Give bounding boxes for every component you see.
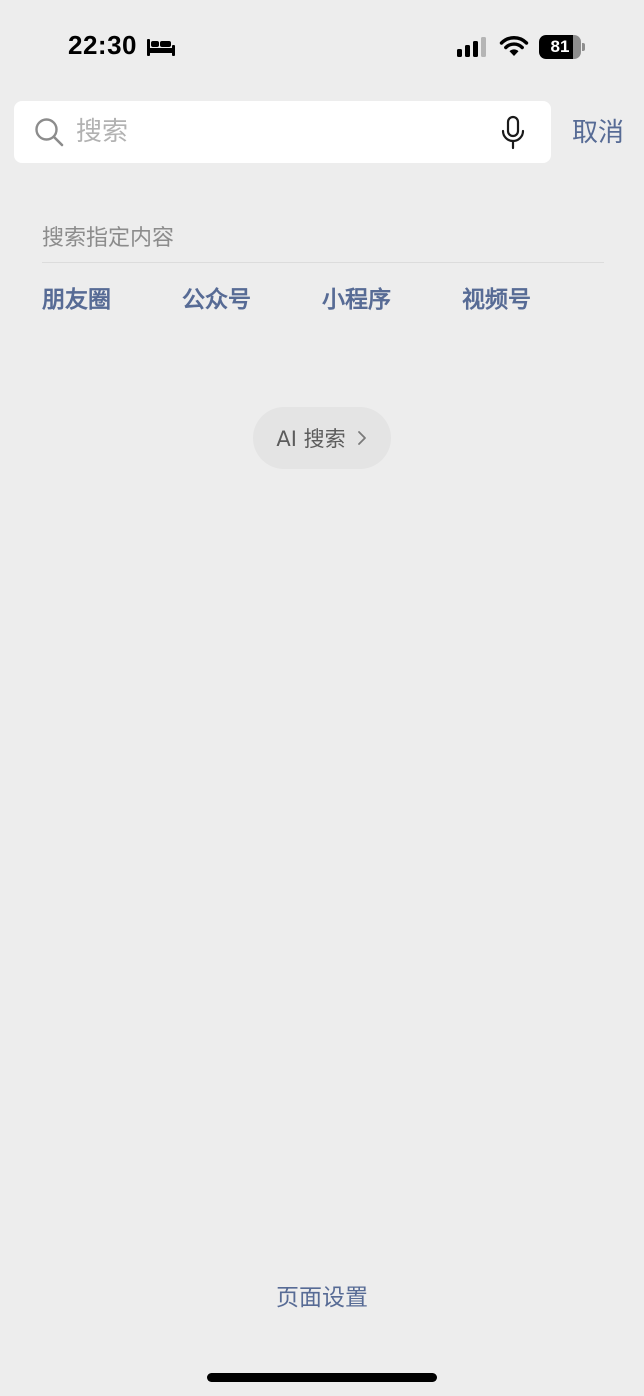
- section-title: 搜索指定内容: [42, 226, 175, 251]
- category-channels[interactable]: 视频号: [462, 283, 531, 317]
- search-input[interactable]: [76, 111, 486, 153]
- cancel-button[interactable]: 取消: [572, 115, 624, 151]
- microphone-icon[interactable]: [500, 115, 526, 151]
- divider: [42, 262, 604, 263]
- search-box[interactable]: [14, 101, 551, 163]
- status-time: 22:30: [68, 30, 137, 60]
- wifi-icon: [499, 36, 529, 56]
- battery-body: 81: [539, 35, 581, 59]
- battery-level: 81: [550, 37, 570, 56]
- category-official-accounts[interactable]: 公众号: [182, 283, 251, 317]
- battery-icon: 81: [539, 35, 585, 59]
- status-bar: 22:30 81: [0, 0, 644, 96]
- chevron-right-icon: [357, 431, 366, 445]
- ai-search-button[interactable]: AI 搜索: [253, 407, 391, 469]
- search-icon: [35, 118, 64, 147]
- sleep-icon: [147, 39, 175, 56]
- category-moments[interactable]: 朋友圈: [42, 283, 111, 317]
- page-settings-link[interactable]: 页面设置: [0, 1278, 644, 1312]
- cellular-signal-icon: [457, 37, 486, 57]
- home-indicator: [207, 1373, 437, 1382]
- category-mini-programs[interactable]: 小程序: [322, 283, 391, 317]
- ai-search-label: AI 搜索: [276, 427, 346, 451]
- battery-cap: [582, 43, 585, 51]
